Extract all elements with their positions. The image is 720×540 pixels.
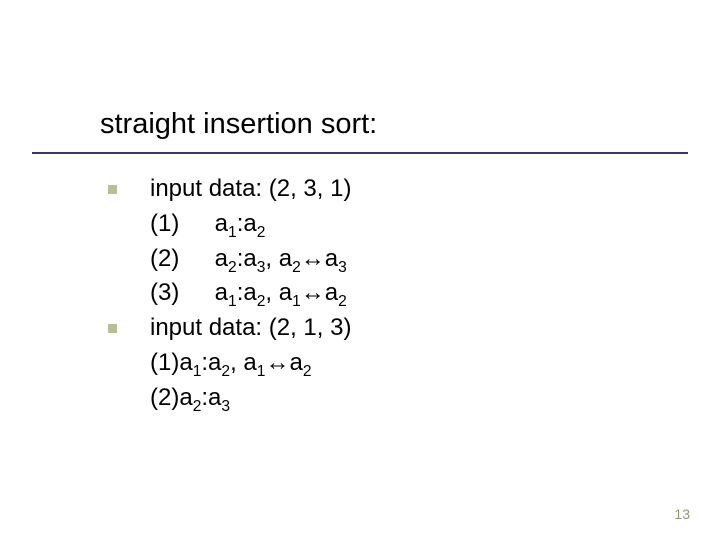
step-text: a1:a2: [215, 210, 266, 237]
step-text: a1:a2, a1↔a2: [215, 279, 347, 306]
title-underline: [32, 152, 688, 154]
step-num: (2): [150, 242, 208, 277]
step-num: (1): [150, 207, 208, 242]
bullet-icon: [108, 172, 150, 194]
bullet-1-header: input data: (2, 3, 1): [108, 172, 351, 207]
bullet-2-header: input data: (2, 1, 3): [108, 311, 351, 346]
slide-body: input data: (2, 3, 1) (1) a1:a2 (2) a2:a…: [108, 172, 351, 416]
step-num: (2): [150, 384, 179, 411]
bullet-1-step-2: (2) a2:a3, a2↔a3: [108, 242, 351, 277]
page-number: 13: [674, 506, 690, 522]
bullet-1-step-1: (1) a1:a2: [108, 207, 351, 242]
slide-title: straight insertion sort:: [100, 108, 377, 141]
bullet-1-step-3: (3) a1:a2, a1↔a2: [108, 276, 351, 311]
bullet-1-header-text: input data: (2, 3, 1): [150, 172, 351, 207]
step-num: (1): [150, 349, 179, 376]
step-text: a1:a2, a1↔a2: [179, 349, 311, 376]
bullet-2-step-1: (1)a1:a2, a1↔a2: [108, 346, 351, 381]
slide: straight insertion sort: input data: (2,…: [0, 0, 720, 540]
step-text: a2:a3: [179, 384, 230, 411]
bullet-icon: [108, 311, 150, 333]
bullet-2-header-text: input data: (2, 1, 3): [150, 311, 351, 346]
bullet-2-step-2: (2)a2:a3: [108, 381, 351, 416]
step-text: a2:a3, a2↔a3: [215, 245, 347, 272]
step-num: (3): [150, 276, 208, 311]
